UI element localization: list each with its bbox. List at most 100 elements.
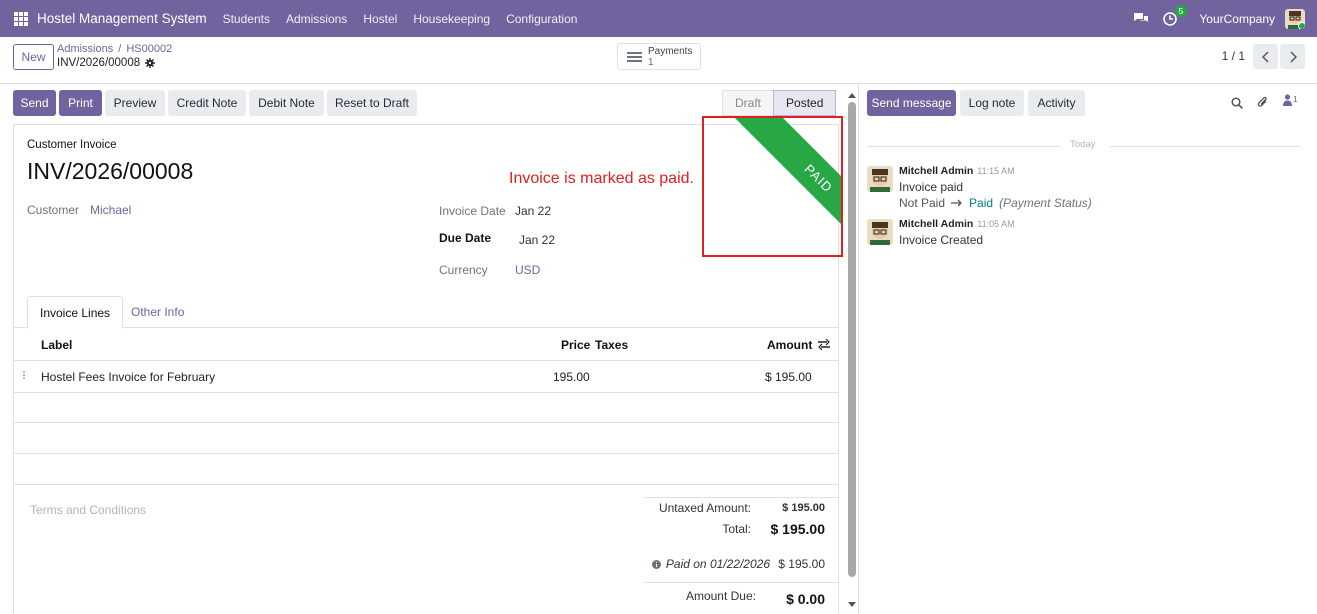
breadcrumb-admissions[interactable]: Admissions: [57, 43, 113, 55]
gear-icon[interactable]: [145, 58, 156, 68]
scroll-up-arrow-icon[interactable]: [848, 92, 856, 98]
table-row[interactable]: Hostel Fees Invoice for February 195.00 …: [14, 361, 838, 393]
reset-to-draft-button[interactable]: Reset to Draft: [327, 90, 417, 116]
column-taxes[interactable]: Taxes: [595, 338, 628, 352]
scroll-down-arrow-icon[interactable]: [848, 602, 856, 608]
message-author-name[interactable]: Mitchell Admin: [899, 165, 973, 177]
column-label[interactable]: Label: [41, 338, 72, 352]
invoice-form-sheet: Customer Invoice INV/2026/00008 Customer…: [13, 116, 843, 614]
list-icon: [627, 50, 642, 64]
payments-count: 1: [648, 56, 654, 68]
activity-count-badge: 5: [1174, 4, 1188, 17]
column-price[interactable]: Price: [561, 338, 590, 352]
preview-button[interactable]: Preview: [105, 90, 165, 116]
send-button[interactable]: Send: [13, 90, 56, 116]
row-price[interactable]: 195.00: [553, 370, 590, 384]
message-author-avatar[interactable]: [867, 166, 893, 192]
row-amount: $ 195.00: [765, 370, 812, 384]
message-time: 11:05 AM: [977, 219, 1015, 229]
payments-label: Payments: [648, 45, 693, 57]
paid-ribbon: PAID: [732, 118, 841, 255]
record-name: INV/2026/00008: [57, 57, 141, 69]
empty-row: [14, 423, 838, 454]
paperclip-icon[interactable]: [1257, 96, 1269, 109]
pager-next-button[interactable]: [1280, 44, 1305, 69]
followers-button[interactable]: 1: [1283, 94, 1298, 106]
chevron-right-icon: [1289, 50, 1297, 63]
optional-columns-icon[interactable]: [818, 339, 830, 350]
total-label: Total:: [722, 522, 751, 536]
company-switcher[interactable]: YourCompany: [1199, 12, 1275, 26]
customer-label: Customer: [27, 203, 80, 217]
credit-note-button[interactable]: Credit Note: [168, 90, 246, 116]
invoice-date-value[interactable]: Jan 22: [515, 204, 551, 218]
menu-students[interactable]: Students: [223, 12, 270, 26]
top-navbar: Hostel Management System Students Admiss…: [0, 0, 1317, 37]
app-title[interactable]: Hostel Management System: [37, 11, 207, 26]
date-separator-label: Today: [1070, 139, 1096, 150]
message-author-avatar[interactable]: [867, 219, 893, 245]
due-date-value[interactable]: Jan 22: [519, 233, 555, 247]
message-author-name[interactable]: Mitchell Admin: [899, 218, 973, 230]
document-type-label: Customer Invoice: [27, 139, 117, 151]
invoice-number: INV/2026/00008: [27, 158, 194, 184]
breadcrumb-hs00002[interactable]: HS00002: [126, 43, 172, 55]
message-author[interactable]: Mitchell Admin 11:05 AM: [899, 218, 1015, 230]
lines-table-header: Label Price Taxes Amount: [14, 328, 838, 361]
terms-and-conditions[interactable]: Terms and Conditions: [30, 503, 146, 517]
menu-admissions[interactable]: Admissions: [286, 12, 347, 26]
send-message-button[interactable]: Send message: [867, 90, 956, 116]
info-icon[interactable]: [651, 559, 661, 569]
message-body: Invoice Created: [899, 233, 984, 247]
activity-clock-icon[interactable]: 5: [1163, 4, 1188, 26]
row-label[interactable]: Hostel Fees Invoice for February: [41, 370, 215, 384]
amount-due-value: $ 0.00: [786, 591, 825, 607]
status-draft[interactable]: Draft: [722, 90, 774, 116]
user-avatar[interactable]: [1285, 8, 1305, 29]
menu-housekeeping[interactable]: Housekeeping: [413, 12, 490, 26]
notebook-tabs: Invoice Lines Other Info: [14, 296, 838, 329]
status-posted: Posted: [773, 90, 837, 116]
form-scrollbar[interactable]: [847, 90, 857, 614]
currency-value[interactable]: USD: [515, 263, 540, 277]
tracking-old-value: Not Paid: [899, 196, 946, 210]
drag-handle-icon[interactable]: [23, 370, 30, 382]
chat-icon[interactable]: [1133, 12, 1149, 25]
amount-due-label: Amount Due:: [685, 589, 756, 603]
pager-previous-button[interactable]: [1253, 44, 1278, 69]
record-title: INV/2026/00008: [57, 57, 156, 69]
empty-row: [14, 454, 838, 485]
tracking-value: Not Paid Paid (Payment Status): [899, 196, 1092, 210]
menu-configuration[interactable]: Configuration: [506, 12, 577, 26]
payments-smart-button[interactable]: Payments 1: [617, 43, 701, 70]
message-author[interactable]: Mitchell Admin 11:15 AM: [899, 165, 1015, 177]
breadcrumb: Admissions / HS00002: [57, 43, 173, 55]
pager-value[interactable]: 1 / 1: [1222, 49, 1245, 63]
scroll-thumb[interactable]: [848, 102, 856, 577]
untaxed-label: Untaxed Amount:: [658, 501, 751, 515]
print-button[interactable]: Print: [59, 90, 102, 116]
paid-annotation: Invoice is marked as paid.: [509, 170, 694, 187]
log-note-button[interactable]: Log note: [960, 90, 1024, 116]
activity-button[interactable]: Activity: [1028, 90, 1085, 116]
tab-invoice-lines[interactable]: Invoice Lines: [27, 296, 124, 329]
tab-other-info[interactable]: Other Info: [119, 296, 196, 328]
empty-row: [14, 393, 838, 423]
untaxed-value: $ 195.00: [782, 502, 825, 514]
new-button[interactable]: New: [13, 44, 54, 70]
chevron-left-icon: [1261, 50, 1269, 63]
date-separator: Today: [867, 139, 1300, 153]
status-bar: Draft Posted: [722, 90, 837, 116]
debit-note-button[interactable]: Debit Note: [249, 90, 324, 116]
paid-ribbon-highlight: PAID: [702, 116, 843, 257]
totals-block: Untaxed Amount: $ 195.00 Total: $ 195.00…: [644, 497, 838, 607]
search-icon[interactable]: [1231, 97, 1243, 109]
paid-value: $ 195.00: [778, 557, 825, 571]
control-panel: New Admissions / HS00002 INV/2026/00008 Pa…: [0, 37, 1317, 84]
customer-value[interactable]: Michael: [90, 203, 131, 217]
apps-grid-icon[interactable]: [14, 11, 28, 26]
column-amount[interactable]: Amount: [767, 338, 812, 352]
menu-hostel[interactable]: Hostel: [363, 12, 397, 26]
currency-label: Currency: [439, 263, 488, 277]
total-value: $ 195.00: [770, 521, 826, 537]
